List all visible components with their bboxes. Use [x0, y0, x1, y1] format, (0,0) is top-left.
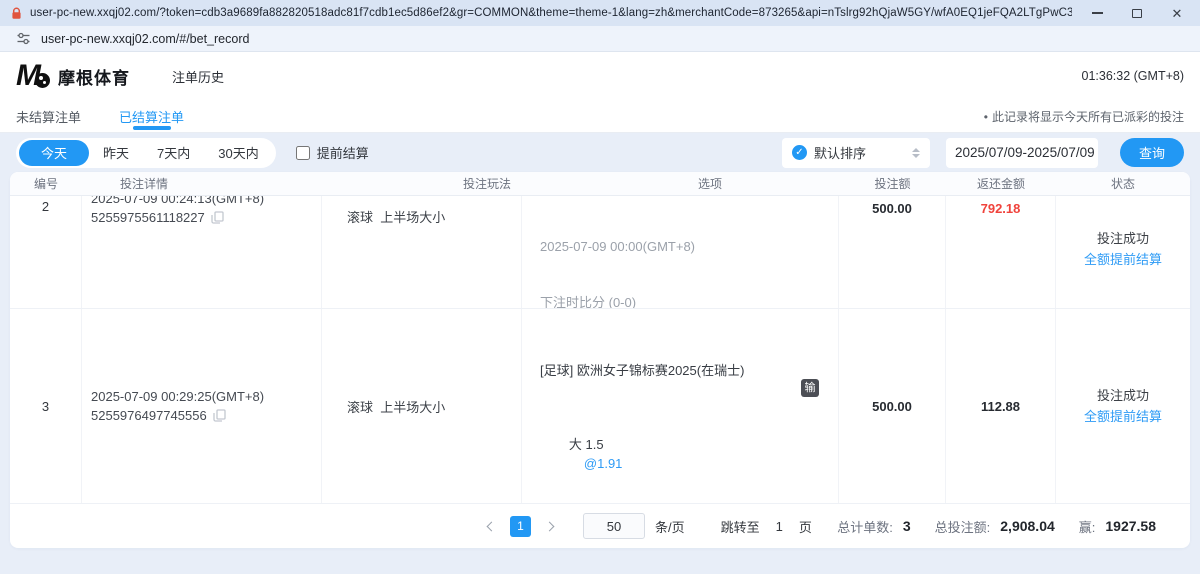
option-cell: [足球] 欧洲女子锦标赛2025(在瑞士) 大 1.5 @1.91 滚球 上半场… [522, 309, 839, 503]
status-cell: 投注成功 全额提前结算 [1056, 309, 1190, 503]
odds-value[interactable]: @1.91 [584, 456, 623, 471]
bet-no: 2 [10, 196, 82, 308]
active-tab-underline [133, 126, 171, 130]
full-early-settle-link[interactable]: 全额提前结算 [1084, 406, 1162, 427]
table-row: 2 2025-07-09 00:24:13(GMT+8) 52559755611… [10, 196, 1190, 309]
status-text: 投注成功 [1084, 385, 1162, 406]
early-settlement-checkbox[interactable] [296, 146, 310, 160]
table-header-row: 编号 投注详情 投注玩法 选项 投注额 返还金额 状态 [10, 172, 1190, 196]
lock-icon [10, 7, 23, 20]
play-type: 滚球 上半场大小 [322, 309, 522, 503]
nav-bet-history[interactable]: 注单历史 [172, 67, 224, 86]
stake-amount: 500.00 [839, 309, 946, 503]
total-stake-label: 总投注额: [935, 517, 991, 536]
pill-today[interactable]: 今天 [19, 140, 89, 166]
close-button[interactable]: ✕ [1170, 6, 1184, 20]
event-name: [足球] 欧洲女子锦标赛2025(在瑞士) [540, 362, 838, 381]
tab-settled[interactable]: 已结算注单 [119, 100, 184, 132]
sort-selected-value: 默认排序 [814, 143, 912, 162]
prev-page-button[interactable] [480, 516, 500, 536]
status-cell: 投注成功 全额提前结算 [1056, 196, 1190, 308]
filter-bar: 今天 昨天 7天内 30天内 提前结算 ✓ 默认排序 2025/07/09-20… [0, 133, 1200, 172]
bet-id: 5255976497745556 [91, 406, 207, 425]
soccer-ball-icon [35, 73, 50, 88]
server-clock: 01:36:32 (GMT+8) [1082, 69, 1184, 83]
search-button[interactable]: 查询 [1120, 138, 1184, 167]
record-note: •此记录将显示今天所有已派彩的投注 [984, 108, 1184, 125]
window-titlebar: user-pc-new.xxqj02.com/?token=cdb3a9689f… [0, 0, 1200, 26]
maximize-button[interactable] [1130, 6, 1144, 20]
lose-badge: 输 [801, 379, 819, 397]
sort-check-icon: ✓ [792, 145, 807, 160]
site-settings-icon[interactable] [16, 31, 31, 46]
table-row: 3 2025-07-09 00:29:25(GMT+8) 52559764977… [10, 309, 1190, 504]
bet-no: 3 [10, 309, 82, 503]
col-header-detail: 投注详情 [82, 175, 322, 192]
win-label: 赢: [1079, 517, 1096, 536]
score-at-bet: 下注时比分 (0-0) [540, 294, 838, 309]
total-count-value: 3 [903, 518, 911, 534]
address-bar: user-pc-new.xxqj02.com/#/bet_record [0, 26, 1200, 52]
next-page-button[interactable] [541, 516, 561, 536]
minimize-button[interactable] [1090, 6, 1104, 20]
return-amount: 112.88 [946, 309, 1056, 503]
window-title-url: user-pc-new.xxqj02.com/?token=cdb3a9689f… [30, 7, 1072, 19]
early-settlement-filter[interactable]: 提前结算 [296, 143, 369, 162]
sort-arrows-icon [912, 148, 920, 158]
totals-summary: 总计单数: 3 总投注额: 2,908.04 赢: 1927.58 [837, 517, 1170, 536]
col-header-return: 返还金额 [946, 175, 1056, 192]
bet-table-card: 编号 投注详情 投注玩法 选项 投注额 返还金额 状态 2 2025-07-09… [10, 172, 1190, 548]
bet-time: 2025-07-09 00:24:13(GMT+8) [91, 196, 321, 208]
total-count-label: 总计单数: [837, 517, 893, 536]
bet-id: 5255975561118227 [91, 208, 205, 227]
address-url[interactable]: user-pc-new.xxqj02.com/#/bet_record [41, 32, 249, 46]
date-range-value: 2025/07/09-2025/07/09 [955, 145, 1095, 160]
stake-amount: 500.00 [839, 196, 946, 308]
selection: 大 1.5 [569, 437, 604, 452]
copy-icon[interactable] [211, 211, 224, 224]
pagination-bar: 1 条/页 跳转至 1 页 总计单数: 3 总投注额: 2,908.04 赢: … [10, 504, 1190, 548]
col-header-no: 编号 [10, 175, 82, 192]
col-header-option: 选项 [522, 175, 839, 192]
status-text: 投注成功 [1084, 228, 1162, 249]
date-range-input[interactable]: 2025/07/09-2025/07/09 [946, 138, 1098, 168]
early-settlement-label: 提前结算 [317, 143, 369, 162]
option-cell: 2025-07-09 00:00(GMT+8) 下注时比分 (0-0) 结果比分… [522, 196, 839, 308]
pill-7days[interactable]: 7天内 [143, 140, 204, 166]
sort-select[interactable]: ✓ 默认排序 [782, 138, 930, 168]
pill-30days[interactable]: 30天内 [204, 140, 272, 166]
page-unit-label: 页 [799, 517, 812, 536]
total-stake-value: 2,908.04 [1000, 518, 1055, 534]
full-early-settle-link[interactable]: 全额提前结算 [1084, 249, 1162, 270]
tab-unsettled[interactable]: 未结算注单 [16, 100, 81, 132]
jump-to-label: 跳转至 [721, 517, 760, 536]
app-header: M 摩根体育 注单历史 01:36:32 (GMT+8) [0, 52, 1200, 100]
col-header-stake: 投注额 [839, 175, 946, 192]
brand-name: 摩根体育 [58, 64, 130, 89]
date-range-pills: 今天 昨天 7天内 30天内 [16, 138, 276, 168]
page-number-button[interactable]: 1 [510, 516, 531, 537]
bet-detail-cell: 2025-07-09 00:29:25(GMT+8) 5255976497745… [82, 309, 322, 503]
tabs-row: 未结算注单 已结算注单 •此记录将显示今天所有已派彩的投注 [0, 100, 1200, 133]
return-amount: 792.18 [946, 196, 1056, 308]
page-size-input[interactable] [583, 513, 645, 539]
bet-time: 2025-07-09 00:29:25(GMT+8) [91, 387, 264, 406]
per-page-label: 条/页 [655, 517, 685, 536]
play-type: 滚球 上半场大小 [322, 196, 522, 308]
col-header-status: 状态 [1056, 175, 1190, 192]
match-time: 2025-07-09 00:00(GMT+8) [540, 238, 838, 257]
copy-icon[interactable] [213, 409, 226, 422]
brand-logo: M 摩根体育 [16, 63, 130, 89]
col-header-play: 投注玩法 [322, 175, 522, 192]
jump-page-value[interactable]: 1 [776, 519, 783, 534]
pill-yesterday[interactable]: 昨天 [89, 140, 143, 166]
win-value: 1927.58 [1105, 518, 1156, 534]
bet-detail-cell: 2025-07-09 00:24:13(GMT+8) 5255975561118… [82, 196, 322, 308]
